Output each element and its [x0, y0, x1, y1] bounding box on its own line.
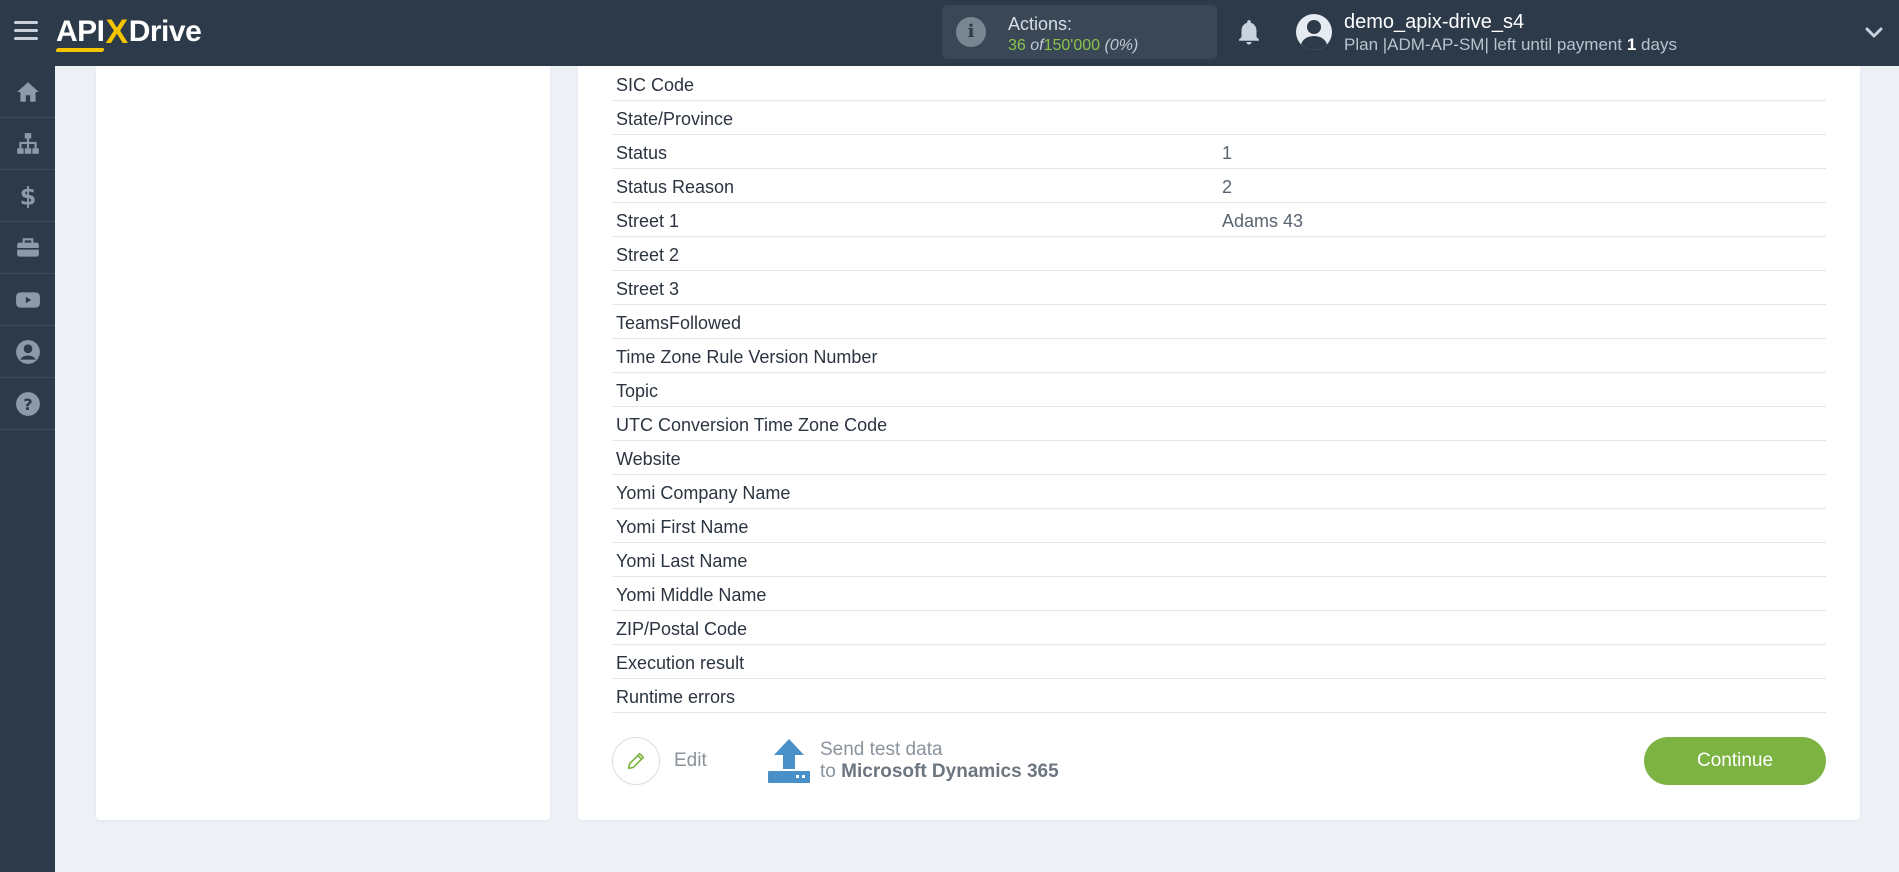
- field-name: UTC Conversion Time Zone Code: [616, 415, 888, 435]
- field-name: TeamsFollowed: [616, 313, 742, 333]
- svg-text:$: $: [19, 183, 36, 209]
- briefcase-icon: [16, 237, 39, 257]
- field-name: Execution result: [616, 653, 745, 673]
- field-row: Status Reason 2: [612, 169, 1826, 203]
- plan-days-label: days: [1641, 35, 1677, 54]
- field-name: Yomi Last Name: [616, 551, 748, 571]
- field-row: Runtime errors: [612, 679, 1826, 713]
- main-panel: SIC Code State/Province Status 1 Status Reas…: [578, 66, 1860, 820]
- field-value: 2: [1222, 177, 1233, 197]
- user-icon: [15, 339, 40, 364]
- home-icon: [16, 81, 39, 102]
- sidebar-item-videos[interactable]: [0, 274, 55, 326]
- field-value: 1: [1222, 143, 1233, 163]
- field-name: Yomi Company Name: [616, 483, 791, 503]
- field-name: Topic: [616, 381, 659, 401]
- actions-total: 150'000: [1043, 37, 1101, 54]
- bell-icon[interactable]: [1234, 17, 1264, 47]
- send-target: Microsoft Dynamics 365: [841, 761, 1059, 782]
- edit-button[interactable]: Edit: [612, 737, 707, 785]
- sidebar: $ ?: [0, 66, 55, 872]
- field-name: Street 1: [616, 211, 680, 231]
- field-row: Status 1: [612, 135, 1826, 169]
- actions-of: of: [1030, 37, 1044, 54]
- send-test-data-button[interactable]: Send test data to Microsoft Dynamics 365: [766, 736, 1059, 786]
- apix-drive-logo[interactable]: API X Drive: [55, 12, 202, 52]
- field-name: Yomi Middle Name: [616, 585, 767, 605]
- field-row: Street 2: [612, 237, 1826, 271]
- actions-counter[interactable]: i Actions: 36 of150'000 (0%): [942, 5, 1217, 59]
- field-name: State/Province: [616, 109, 734, 129]
- logo-text-x: X: [105, 12, 129, 51]
- field-name: Website: [616, 449, 681, 469]
- field-name: Yomi First Name: [616, 517, 749, 537]
- send-line1: Send test data: [820, 739, 943, 760]
- sidebar-item-billing[interactable]: $: [0, 170, 55, 222]
- field-row: ZIP/Postal Code: [612, 611, 1826, 645]
- sitemap-icon: [16, 132, 39, 154]
- field-value: Adams 43: [1222, 211, 1304, 231]
- edit-label: Edit: [674, 750, 707, 771]
- field-name: Runtime errors: [616, 687, 736, 707]
- edit-circle: [612, 737, 660, 785]
- field-name: Status: [616, 143, 668, 163]
- field-row: Street 3: [612, 271, 1826, 305]
- plan-prefix: Plan |ADM-AP-SM| left until payment: [1344, 35, 1623, 54]
- send-line2: to Microsoft Dynamics 365: [820, 761, 1059, 783]
- sidebar-item-account[interactable]: [0, 326, 55, 378]
- username[interactable]: demo_apix-drive_s4: [1344, 11, 1524, 34]
- dollar-icon: $: [19, 183, 36, 209]
- svg-text:?: ?: [23, 394, 32, 413]
- sidebar-item-help[interactable]: ?: [0, 378, 55, 430]
- chevron-down-icon[interactable]: [1864, 22, 1884, 42]
- left-panel: [96, 66, 550, 820]
- field-row: State/Province: [612, 101, 1826, 135]
- plan-info: Plan |ADM-AP-SM| left until payment 1 da…: [1344, 35, 1677, 55]
- actions-label: Actions:: [1008, 14, 1073, 34]
- sidebar-item-connections[interactable]: [0, 118, 55, 170]
- field-name: Time Zone Rule Version Number: [616, 347, 878, 367]
- logo-text-drive: Drive: [128, 15, 202, 48]
- field-row: SIC Code: [612, 67, 1826, 101]
- field-row: Website: [612, 441, 1826, 475]
- sidebar-item-home[interactable]: [0, 66, 55, 118]
- field-row: Yomi Last Name: [612, 543, 1826, 577]
- send-to: to: [820, 761, 836, 782]
- logo-underline: [55, 48, 105, 52]
- sidebar-item-projects[interactable]: [0, 222, 55, 274]
- logo-text-api: API: [56, 15, 105, 48]
- field-table: SIC Code State/Province Status 1 Status Reas…: [612, 67, 1826, 713]
- help-icon: ?: [15, 391, 40, 416]
- info-icon: i: [956, 17, 986, 47]
- actions-used: 36: [1008, 37, 1026, 54]
- continue-button[interactable]: Continue: [1644, 737, 1826, 785]
- field-row: TeamsFollowed: [612, 305, 1826, 339]
- plan-days-number: 1: [1626, 35, 1637, 54]
- field-name: Status Reason: [616, 177, 735, 197]
- youtube-icon: [15, 291, 40, 308]
- field-row: Street 1 Adams 43: [612, 203, 1826, 237]
- send-test-data-text: Send test data to Microsoft Dynamics 365: [820, 739, 1059, 783]
- field-name: Street 3: [616, 279, 680, 299]
- field-row: Yomi First Name: [612, 509, 1826, 543]
- avatar[interactable]: [1296, 14, 1332, 50]
- field-row: Yomi Middle Name: [612, 577, 1826, 611]
- top-bar: API X Drive i Actions: 36 of150'000 (0%) d…: [0, 0, 1899, 66]
- actions-percent: (0%): [1104, 37, 1139, 54]
- pencil-icon: [627, 752, 645, 770]
- field-name: Street 2: [616, 245, 680, 265]
- field-row: Time Zone Rule Version Number: [612, 339, 1826, 373]
- field-name: SIC Code: [616, 75, 695, 95]
- field-row: Topic: [612, 373, 1826, 407]
- hamburger-menu-icon[interactable]: [14, 21, 38, 43]
- actions-count: 36 of150'000 (0%): [1008, 37, 1138, 55]
- field-row: UTC Conversion Time Zone Code: [612, 407, 1826, 441]
- field-row: Execution result: [612, 645, 1826, 679]
- field-name: ZIP/Postal Code: [616, 619, 748, 639]
- field-row: Yomi Company Name: [612, 475, 1826, 509]
- upload-icon: [768, 739, 810, 783]
